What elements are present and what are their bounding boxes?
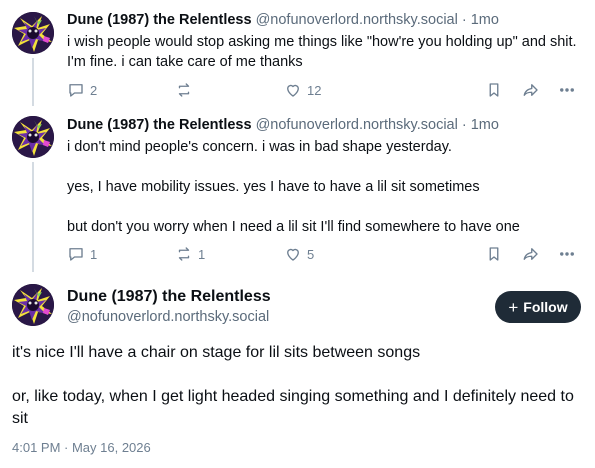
- post-text: i wish people would stop asking me thing…: [67, 32, 582, 72]
- bookmark-icon: [489, 247, 499, 261]
- share-button[interactable]: [522, 244, 540, 264]
- follow-label: Follow: [523, 299, 568, 315]
- author-handle[interactable]: @nofunoverlord.northsky.social: [67, 309, 269, 325]
- bookmark-button[interactable]: [485, 80, 503, 100]
- thread-line: [32, 58, 34, 106]
- separator-dot: ·: [461, 117, 467, 133]
- repost-button[interactable]: 1: [175, 244, 205, 264]
- like-count: 5: [307, 246, 315, 262]
- share-arrow-icon: [523, 84, 538, 96]
- reply-count: 2: [90, 82, 98, 98]
- post-paragraph: i don't mind people's concern. i was in …: [67, 139, 452, 155]
- author-name[interactable]: Dune (1987) the Relentless: [67, 12, 252, 28]
- reply-button[interactable]: 1: [67, 244, 97, 264]
- follow-button[interactable]: + Follow: [495, 291, 581, 323]
- share-arrow-icon: [523, 248, 538, 260]
- share-button[interactable]: [522, 80, 540, 100]
- avatar[interactable]: [12, 12, 54, 54]
- repost-count: 1: [198, 246, 206, 262]
- post-paragraph: but don't you worry when I need a lil si…: [67, 219, 520, 235]
- plus-icon: +: [508, 297, 519, 317]
- author-name[interactable]: Dune (1987) the Relentless: [67, 117, 252, 133]
- avatar[interactable]: [12, 116, 54, 158]
- post-paragraph: or, like today, when I get light headed …: [12, 388, 574, 427]
- repost-arrows-icon: [178, 247, 190, 261]
- reply-count: 1: [90, 246, 98, 262]
- more-options-button[interactable]: [558, 80, 576, 100]
- reply-button[interactable]: 2: [67, 80, 97, 100]
- author-name[interactable]: Dune (1987) the Relentless: [67, 288, 271, 306]
- post-paragraph: i wish people would stop asking me thing…: [67, 34, 577, 70]
- post-text: it's nice I'll have a chair on stage for…: [12, 342, 582, 430]
- post-age[interactable]: 1mo: [471, 117, 499, 133]
- like-count: 12: [307, 82, 322, 98]
- heart-icon: [287, 84, 299, 97]
- reply-post-2[interactable]: Dune (1987) the Relentless @nofunoverlor…: [0, 108, 595, 272]
- post-actions: 2 12: [67, 80, 582, 100]
- post-paragraph: it's nice I'll have a chair on stage for…: [12, 344, 421, 361]
- post-header: Dune (1987) the Relentless @nofunoverlor…: [67, 116, 499, 134]
- post-paragraph: yes, I have mobility issues. yes I have …: [67, 179, 480, 195]
- repost-arrows-icon: [178, 83, 190, 97]
- bookmark-icon: [489, 83, 499, 97]
- speech-bubble-icon: [69, 248, 83, 261]
- post-age[interactable]: 1mo: [471, 12, 499, 28]
- heart-icon: [287, 248, 299, 261]
- like-button[interactable]: 12: [284, 80, 321, 100]
- ellipsis-icon: [560, 252, 574, 256]
- like-button[interactable]: 5: [284, 244, 314, 264]
- separator-dot: ·: [461, 12, 467, 28]
- repost-button[interactable]: [175, 80, 198, 100]
- ellipsis-icon: [560, 88, 574, 92]
- post-timestamp[interactable]: 4:01 PM · May 16, 2026: [12, 440, 151, 455]
- bookmark-button[interactable]: [485, 244, 503, 264]
- reply-post-1[interactable]: Dune (1987) the Relentless @nofunoverlor…: [0, 0, 595, 108]
- thread-line: [32, 162, 34, 272]
- author-handle[interactable]: @nofunoverlord.northsky.social: [256, 117, 458, 133]
- post-actions: 1 1 5: [67, 244, 582, 264]
- more-options-button[interactable]: [558, 244, 576, 264]
- author-handle[interactable]: @nofunoverlord.northsky.social: [256, 12, 458, 28]
- avatar[interactable]: [12, 284, 54, 326]
- post-header: Dune (1987) the Relentless @nofunoverlor…: [67, 11, 499, 29]
- post-text: i don't mind people's concern. i was in …: [67, 137, 582, 237]
- speech-bubble-icon: [69, 84, 83, 97]
